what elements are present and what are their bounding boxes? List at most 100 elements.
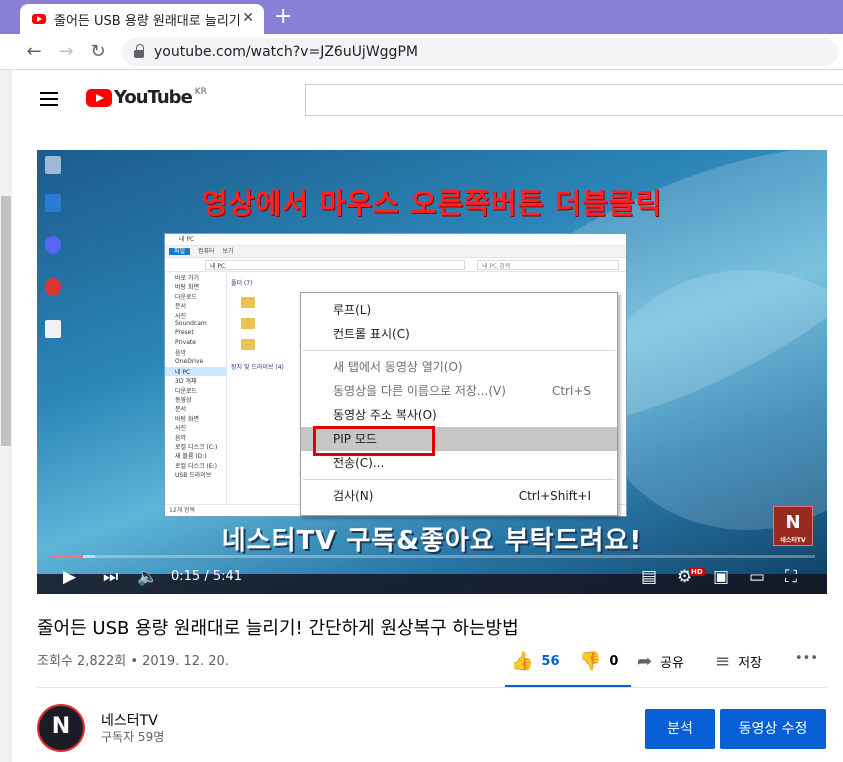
thumbs-down-icon: 👎 [579, 651, 602, 672]
menu-icon[interactable] [40, 92, 58, 106]
channel-watermark: N 네스터TV [773, 506, 813, 546]
volume-icon[interactable]: 🔈 [137, 566, 158, 588]
explorer-nav-item: 다운로드 [175, 387, 198, 395]
view-count-date: 조회수 2,822회 • 2019. 12. 20. [37, 654, 229, 669]
explorer-nav-item: 바로 가기 [175, 275, 199, 282]
thumbs-up-icon: 👍 [511, 651, 534, 672]
context-menu: 루프(L) 컨트롤 표시(C) 새 탭에서 동영상 열기(O) 동영상을 다른 … [300, 292, 618, 516]
channel-name[interactable]: 네스터TV [101, 710, 158, 730]
folder-icon [241, 339, 255, 350]
playlist-add-icon: ≡ [715, 651, 731, 672]
video-actions: 👍 56 👎 0 ➦ 공유 ≡ 저장 ••• [505, 645, 835, 687]
explorer-nav-item: 문서 [175, 406, 187, 414]
share-label: 공유 [660, 656, 685, 671]
discord-icon [45, 236, 61, 254]
folder-icon [241, 318, 255, 329]
menu-item-inspect[interactable]: 검사(N) Ctrl+Shift+I [301, 484, 617, 508]
ribbon-tab: 보기 [222, 248, 234, 255]
close-tab-icon[interactable]: ✕ [242, 10, 254, 26]
buffer-bar [49, 555, 95, 558]
browser-tab-strip: 줄어든 USB 용량 원래대로 늘리기 ✕ + [0, 0, 843, 34]
pip-highlight-box [313, 426, 435, 456]
explorer-nav-item: 사진 [175, 312, 187, 320]
menu-item-save-video[interactable]: 동영상을 다른 이름으로 저장...(V) Ctrl+S [301, 379, 617, 403]
browser-toolbar: ← → ↻ youtube.com/watch?v=JZ6uUjWggPM [0, 34, 843, 70]
share-arrow-icon: ➦ [637, 651, 653, 672]
fullscreen-icon[interactable]: ⛶ [785, 566, 797, 588]
explorer-address: 내 PC [205, 260, 465, 270]
explorer-nav-item: Soundcam [175, 319, 207, 327]
document-icon [45, 320, 61, 338]
explorer-nav-item: 바탕 화면 [175, 415, 199, 423]
country-code: KR [194, 87, 207, 97]
menu-separator [303, 350, 615, 351]
next-icon[interactable]: ⏭ [103, 566, 118, 588]
explorer-nav-item: 새 볼륨 (D:) [175, 453, 207, 461]
save-button[interactable]: ≡ 저장 [715, 651, 762, 672]
theater-mode-icon[interactable]: ▭ [749, 566, 765, 588]
reload-icon[interactable]: ↻ [86, 40, 110, 64]
video-headline-overlay: 영상에서 마우스 오른쪽버튼 더블클릭 [201, 187, 663, 220]
explorer-nav-item: USB 드라이브 [175, 472, 212, 480]
youtube-play-icon [86, 88, 112, 107]
explorer-nav-item: 3D 개체 [175, 378, 197, 386]
like-count: 56 [541, 654, 560, 669]
explorer-title: 내 PC [165, 234, 626, 246]
recycle-bin-icon [45, 156, 61, 174]
time-display: 0:15 / 5:41 [171, 569, 243, 584]
video-subtitle-overlay: 네스터TV 구독&좋아요 부탁드려요! [221, 526, 643, 556]
explorer-ribbon: 파일 컴퓨터 보기 [165, 246, 626, 258]
subtitles-icon[interactable]: ▤ [641, 566, 657, 588]
explorer-nav-item: 다운로드 [175, 293, 198, 301]
explorer-group-label: 폴더 (7) [231, 280, 253, 287]
divider [37, 687, 827, 688]
progress-bar[interactable] [49, 555, 815, 558]
save-label: 저장 [738, 656, 763, 671]
explorer-nav-item: 내 PC [165, 366, 226, 377]
page-scrollbar[interactable] [0, 70, 12, 762]
play-icon[interactable]: ▶ [63, 566, 76, 588]
share-button[interactable]: ➦ 공유 [637, 651, 684, 672]
youtube-logo[interactable]: YouTube KR [86, 87, 207, 108]
search-input[interactable] [305, 84, 843, 116]
tab-title: 줄어든 USB 용량 원래대로 늘리기 [54, 13, 241, 29]
youtube-favicon-icon [32, 14, 46, 24]
back-arrow-icon[interactable]: ← [22, 40, 46, 64]
ribbon-tab: 컴퓨터 [197, 248, 215, 255]
folder-icon [241, 297, 255, 308]
youtube-wordmark: YouTube [114, 87, 193, 108]
explorer-nav-item: 바탕 화면 [175, 284, 199, 292]
youtube-header: YouTube KR [12, 70, 843, 128]
recorder-app-icon [45, 278, 61, 296]
subscriber-count: 구독자 59명 [101, 730, 165, 744]
dislike-button[interactable]: 👎 0 [579, 651, 618, 672]
more-actions-button[interactable]: ••• [795, 651, 818, 666]
explorer-search: 내 PC 검색 [477, 260, 619, 270]
video-title: 줄어든 USB 용량 원래대로 늘리기! 간단하게 원상복구 하는방법 [37, 618, 519, 639]
address-bar[interactable]: youtube.com/watch?v=JZ6uUjWggPM [122, 38, 838, 66]
menu-separator [303, 479, 615, 480]
new-tab-button[interactable]: + [274, 4, 292, 30]
menu-item-open-new-tab[interactable]: 새 탭에서 동영상 열기(O) [301, 355, 617, 379]
explorer-nav-item: 동영상 [175, 397, 192, 405]
player-controls: ▶ ⏭ 🔈 0:15 / 5:41 ▤ ⚙ HD ▣ ▭ ⛶ [37, 562, 827, 594]
analytics-button[interactable]: 분석 [645, 709, 715, 749]
browser-tab[interactable]: 줄어든 USB 용량 원래대로 늘리기 ✕ [20, 4, 264, 34]
menu-item-show-controls[interactable]: 컨트롤 표시(C) [301, 322, 617, 346]
edit-video-button[interactable]: 동영상 수정 [720, 709, 826, 749]
explorer-nav-item: 로컬 디스크 (C:) [175, 444, 218, 452]
explorer-nav-item: OneDrive [175, 357, 204, 365]
scrollbar-thumb[interactable] [1, 196, 11, 446]
explorer-nav-item: 음악 [175, 434, 187, 442]
dislike-count: 0 [609, 654, 619, 669]
miniplayer-icon[interactable]: ▣ [713, 566, 729, 588]
like-button[interactable]: 👍 56 [511, 651, 560, 672]
menu-item-loop[interactable]: 루프(L) [301, 298, 617, 322]
menu-item-copy-address[interactable]: 동영상 주소 복사(O) [301, 403, 617, 427]
forward-arrow-icon[interactable]: → [54, 40, 78, 64]
video-player[interactable]: 영상에서 마우스 오른쪽버튼 더블클릭 내 PC 파일 컴퓨터 보기 내 PC … [37, 150, 827, 594]
ribbon-tab: 파일 [169, 248, 191, 255]
explorer-nav-pane: 바로 가기 바탕 화면 다운로드 문서 사진 Soundcam Preset Private 음… [165, 273, 227, 505]
channel-avatar[interactable]: N [37, 704, 85, 752]
url-text: youtube.com/watch?v=JZ6uUjWggPM [154, 44, 418, 60]
